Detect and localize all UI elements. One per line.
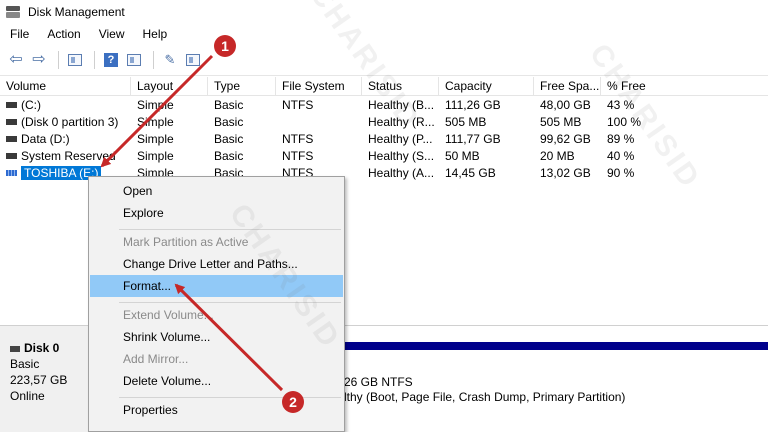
arrow-2	[174, 283, 284, 392]
step-badge-2: 2	[282, 391, 304, 413]
step-badge-1: 1	[214, 35, 236, 57]
annotation-arrows	[100, 54, 284, 392]
arrow-1	[100, 54, 214, 168]
